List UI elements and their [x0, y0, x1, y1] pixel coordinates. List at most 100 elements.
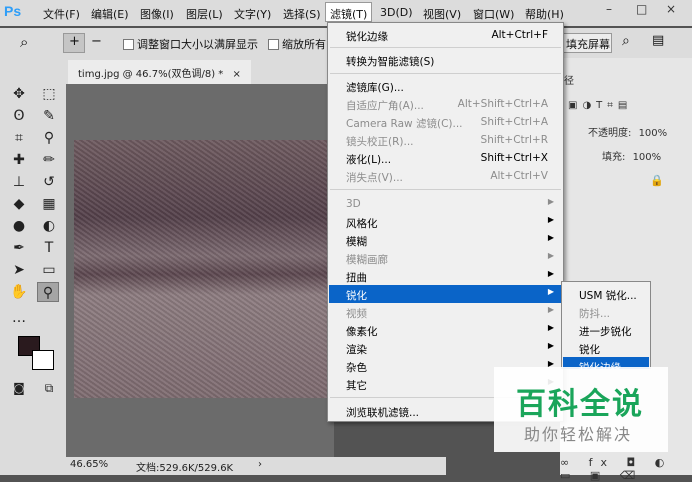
- menu-window[interactable]: 窗口(W): [473, 6, 514, 22]
- tools-panel: ✥ ⬚ ʘ ✎ ⌗ ⚲ ✚ ✏ ⊥ ↺ ◆ ▦ ● ◐ ✒ T ➤ ▭ ✋ ⚲ …: [0, 58, 66, 475]
- lasso-tool-icon[interactable]: ʘ: [8, 106, 30, 126]
- fill-screen-label: 填充屏幕: [566, 38, 610, 51]
- eyedropper-icon[interactable]: ⚲: [38, 128, 60, 148]
- fill-label: 填充:: [602, 152, 626, 163]
- menu-item-liquify[interactable]: 液化(L)... Shift+Ctrl+X: [329, 149, 562, 167]
- type-tool-icon[interactable]: T: [38, 238, 60, 258]
- quick-mask-icon[interactable]: ◙: [8, 378, 30, 398]
- zoom-all-checkbox[interactable]: 缩放所有: [268, 36, 326, 52]
- submenu-arrow-icon: ▶: [547, 287, 554, 296]
- marquee-tool-icon[interactable]: ⬚: [38, 84, 60, 104]
- lock-icon: 🔒: [650, 174, 664, 187]
- background-color-swatch[interactable]: [32, 350, 54, 370]
- status-arrow-icon[interactable]: ›: [258, 459, 262, 470]
- document-tab[interactable]: timg.jpg @ 46.7%(双色调/8) * ×: [68, 60, 251, 84]
- submenu-arrow-icon: ▶: [547, 269, 554, 278]
- zoom-in-icon: +: [69, 34, 80, 49]
- watermark: 百科全说 助你轻松解决: [494, 367, 668, 452]
- document-image: [74, 140, 334, 398]
- fill-control[interactable]: 填充: 100%: [602, 148, 692, 163]
- menu-item-stylize[interactable]: 风格化 ▶: [329, 213, 562, 231]
- menu-item-pixelate[interactable]: 像素化 ▶: [329, 321, 562, 339]
- menu-select[interactable]: 选择(S): [283, 6, 321, 22]
- menu-type[interactable]: 文字(Y): [234, 6, 271, 22]
- maximize-icon[interactable]: □: [636, 2, 647, 16]
- layer-filter-icons[interactable]: ▣◑T⌗▤: [568, 100, 692, 111]
- menu-item-camera-raw[interactable]: Camera Raw 滤镜(C)... Shift+Ctrl+A: [329, 113, 562, 131]
- screen-mode-icon[interactable]: ⧉: [38, 378, 60, 398]
- menu-help[interactable]: 帮助(H): [525, 6, 564, 22]
- layer-footer-icons[interactable]: ∞ fx ◘ ◐ ▭ ▣ ⌫: [560, 456, 692, 482]
- move-tool-icon[interactable]: ✥: [8, 84, 30, 104]
- menu-item-video[interactable]: 视频 ▶: [329, 303, 562, 321]
- history-brush-icon[interactable]: ↺: [38, 172, 60, 192]
- submenu-arrow-icon: ▶: [547, 215, 554, 224]
- submenu-arrow-icon: ▶: [547, 305, 554, 314]
- crop-tool-icon[interactable]: ⌗: [8, 128, 30, 148]
- zoom-tool-icon[interactable]: ⚲: [37, 282, 59, 302]
- submenu-item-sharpen-more[interactable]: 进一步锐化: [563, 321, 649, 339]
- gradient-tool-icon[interactable]: ▦: [38, 194, 60, 214]
- menu-item-distort[interactable]: 扭曲 ▶: [329, 267, 562, 285]
- menu-filter[interactable]: 滤镜(T): [325, 2, 373, 22]
- menu-item-last-filter[interactable]: 锐化边缘 Alt+Ctrl+F: [329, 26, 562, 44]
- menu-item-blur-gallery[interactable]: 模糊画廊 ▶: [329, 249, 562, 267]
- eraser-tool-icon[interactable]: ◆: [8, 194, 30, 214]
- workspace-icon[interactable]: ▤: [652, 33, 664, 48]
- opacity-value[interactable]: 100%: [639, 128, 668, 139]
- status-bar: 46.65% 文档:529.6K/529.6K ›: [66, 457, 446, 475]
- watermark-subtitle: 助你轻松解决: [524, 425, 633, 444]
- submenu-item-unsharp-mask[interactable]: USM 锐化...: [563, 285, 649, 303]
- menu-item-smart-filter[interactable]: 转换为智能滤镜(S): [329, 51, 562, 69]
- dodge-tool-icon[interactable]: ◐: [38, 216, 60, 236]
- filter-menu: 锐化边缘 Alt+Ctrl+F 转换为智能滤镜(S) 滤镜库(G)... 自适应广…: [327, 22, 564, 422]
- zoom-out-icon[interactable]: −: [91, 34, 102, 49]
- menu-item-filter-gallery[interactable]: 滤镜库(G)...: [329, 77, 562, 95]
- doc-size-status: 文档:529.6K/529.6K: [136, 463, 234, 474]
- menu-item-blur[interactable]: 模糊 ▶: [329, 231, 562, 249]
- fill-value[interactable]: 100%: [633, 152, 662, 163]
- menu-item-vanishing-point[interactable]: 消失点(V)... Alt+Ctrl+V: [329, 167, 562, 185]
- menu-item-sharpen[interactable]: 锐化 ▶: [329, 285, 562, 303]
- watermark-title: 百科全说: [516, 387, 644, 422]
- submenu-item-shake-reduction[interactable]: 防抖...: [563, 303, 649, 321]
- fit-window-label: 调整窗口大小以满屏显示: [137, 38, 258, 51]
- menu-3d[interactable]: 3D(D): [380, 6, 413, 19]
- minimize-icon[interactable]: –: [606, 2, 612, 16]
- zoom-tool-icon[interactable]: ⌕: [20, 33, 28, 51]
- healing-brush-icon[interactable]: ✚: [8, 150, 30, 170]
- fit-window-checkbox[interactable]: 调整窗口大小以满屏显示: [123, 36, 258, 52]
- menu-view[interactable]: 视图(V): [423, 6, 461, 22]
- quick-select-icon[interactable]: ✎: [38, 106, 60, 126]
- close-tab-icon[interactable]: ×: [232, 69, 240, 80]
- shape-tool-icon[interactable]: ▭: [38, 260, 60, 280]
- submenu-arrow-icon: ▶: [547, 197, 554, 206]
- menu-item-3d[interactable]: 3D ▶: [329, 195, 562, 213]
- checkbox-icon: [268, 39, 279, 50]
- submenu-arrow-icon: ▶: [547, 341, 554, 350]
- blur-tool-icon[interactable]: ●: [8, 216, 30, 236]
- menu-edit[interactable]: 编辑(E): [91, 6, 129, 22]
- stamp-tool-icon[interactable]: ⊥: [8, 172, 30, 192]
- path-select-icon[interactable]: ➤: [8, 260, 30, 280]
- sharpen-submenu: USM 锐化... 防抖... 进一步锐化 锐化 锐化边缘: [561, 281, 651, 369]
- submenu-arrow-icon: ▶: [547, 233, 554, 242]
- panel-tab-paths[interactable]: 径: [564, 72, 692, 87]
- search-icon[interactable]: ⌕: [622, 33, 630, 49]
- zoom-level[interactable]: 46.65%: [70, 459, 108, 470]
- menu-item-lens-correction[interactable]: 镜头校正(R)... Shift+Ctrl+R: [329, 131, 562, 149]
- zoom-all-label: 缩放所有: [282, 38, 326, 51]
- menu-item-render[interactable]: 渲染 ▶: [329, 339, 562, 357]
- opacity-label: 不透明度:: [588, 128, 632, 139]
- menu-item-adaptive-wide-angle[interactable]: 自适应广角(A)... Alt+Shift+Ctrl+A: [329, 95, 562, 113]
- opacity-control[interactable]: 不透明度: 100%: [588, 124, 692, 139]
- submenu-item-sharpen[interactable]: 锐化: [563, 339, 649, 357]
- menu-layer[interactable]: 图层(L): [186, 6, 223, 22]
- brush-tool-icon[interactable]: ✏: [38, 150, 60, 170]
- more-tools-icon[interactable]: …: [8, 308, 30, 328]
- menu-file[interactable]: 文件(F): [43, 6, 80, 22]
- menu-image[interactable]: 图像(I): [140, 6, 174, 22]
- pen-tool-icon[interactable]: ✒: [8, 238, 30, 258]
- close-icon[interactable]: ×: [666, 2, 676, 16]
- hand-tool-icon[interactable]: ✋: [8, 282, 30, 302]
